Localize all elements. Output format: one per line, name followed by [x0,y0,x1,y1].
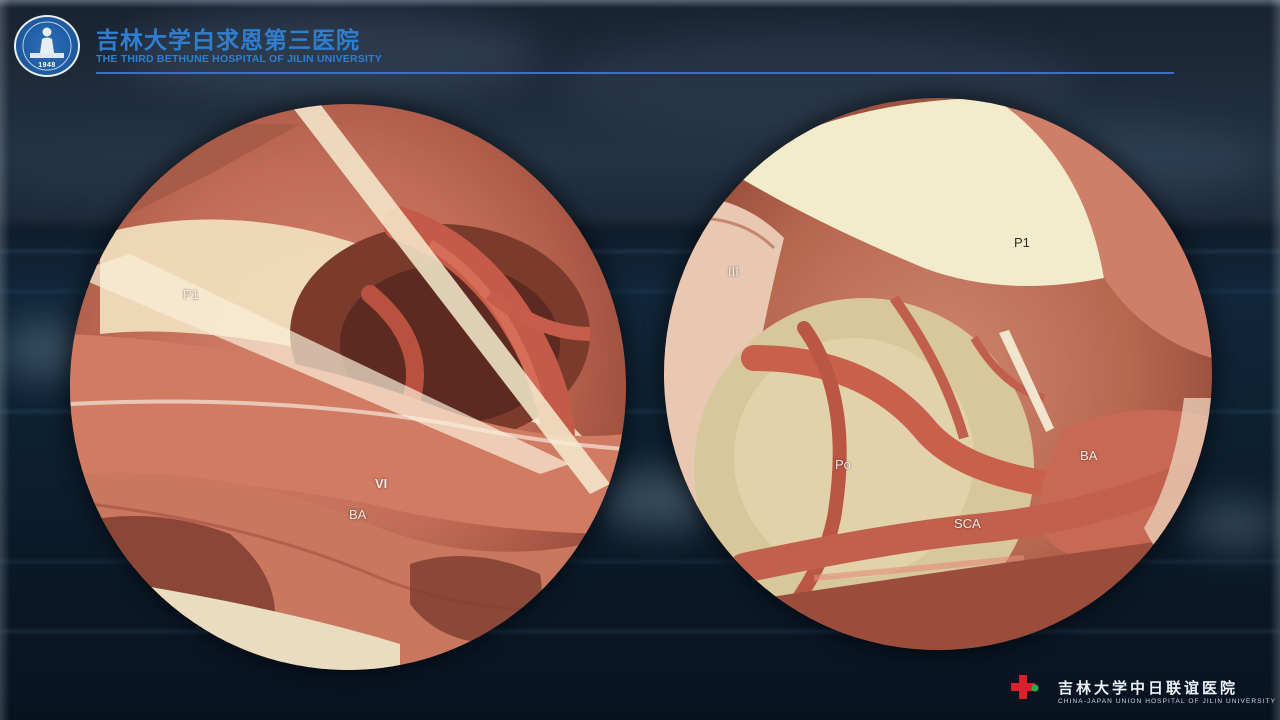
endoscopic-scene-right [664,98,1212,650]
endoscopic-image-left: P1 VI BA [70,104,626,670]
endoscopic-scene-left [70,104,626,670]
label-p1-left: P1 [183,287,199,302]
label-po-right: Po [835,457,851,472]
label-iii-right: III [728,264,739,279]
slide: 1948 吉林大学白求恩第三医院 THE THIRD BETHUNE HOSPI… [0,0,1280,720]
hospital-name-chinese: 吉林大学白求恩第三医院 [96,27,360,54]
frame-right-edge [1270,0,1280,720]
union-hospital-name-english: CHINA-JAPAN UNION HOSPITAL OF JILIN UNIV… [1058,698,1277,705]
union-hospital-name-chinese: 吉林大学中日联谊医院 [1058,679,1239,697]
label-p1-right: P1 [1014,235,1030,250]
label-vi-left: VI [375,476,388,491]
hospital-logo: 1948 [14,15,80,77]
frame-left-edge [0,0,10,720]
frame-top-highlight [0,0,1280,8]
label-sca-right: SCA [954,516,981,531]
header-divider [96,72,1174,74]
union-hospital-logo-icon [1011,675,1039,699]
hospital-name-english: THE THIRD BETHUNE HOSPITAL OF JILIN UNIV… [96,53,382,65]
endoscopic-image-right: III P1 Po BA SCA [664,98,1212,650]
label-ba-right: BA [1080,448,1098,463]
logo-year: 1948 [38,62,56,69]
label-ba-left: BA [349,507,367,522]
